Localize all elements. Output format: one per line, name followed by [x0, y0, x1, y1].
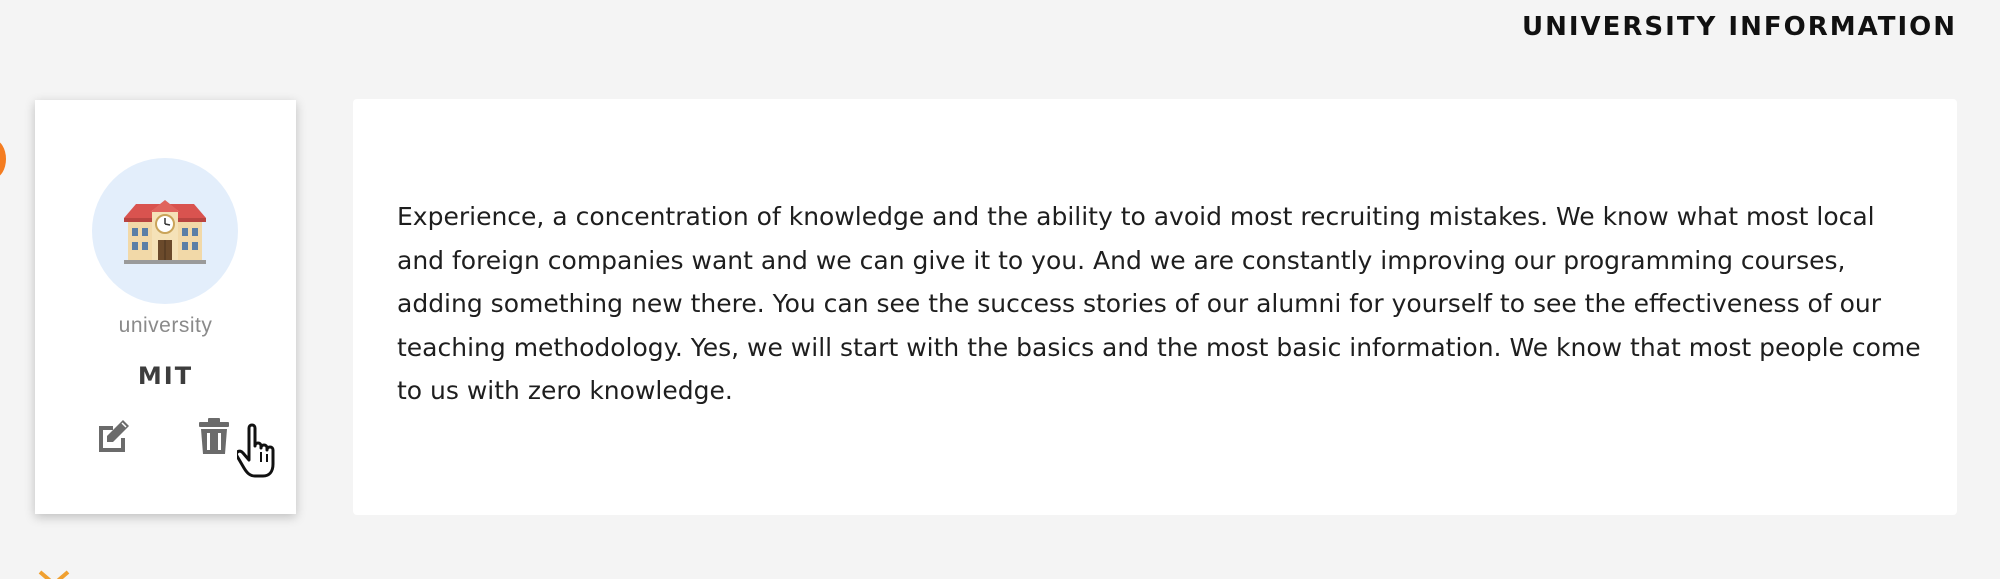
- page-title: UNIVERSITY INFORMATION: [1521, 12, 1957, 42]
- university-avatar: [92, 158, 238, 304]
- university-name: MIT: [137, 362, 194, 390]
- delete-button[interactable]: [194, 416, 234, 456]
- page: UNIVERSITY INFORMATION university MIT Ex…: [0, 0, 2000, 579]
- orange-indicator-dot: [0, 140, 6, 178]
- orange-logo-fragment-icon: [38, 570, 70, 579]
- trash-icon: [199, 418, 229, 454]
- hand-pointer-cursor-icon: [237, 423, 275, 478]
- school-building-icon: [124, 200, 206, 264]
- university-description: Experience, a concentration of knowledge…: [397, 202, 1921, 405]
- university-description-panel: Experience, a concentration of knowledge…: [353, 99, 1957, 515]
- edit-icon: [99, 420, 129, 452]
- edit-button[interactable]: [93, 416, 133, 456]
- card-type-label: university: [118, 314, 213, 337]
- university-card: university MIT: [35, 100, 296, 514]
